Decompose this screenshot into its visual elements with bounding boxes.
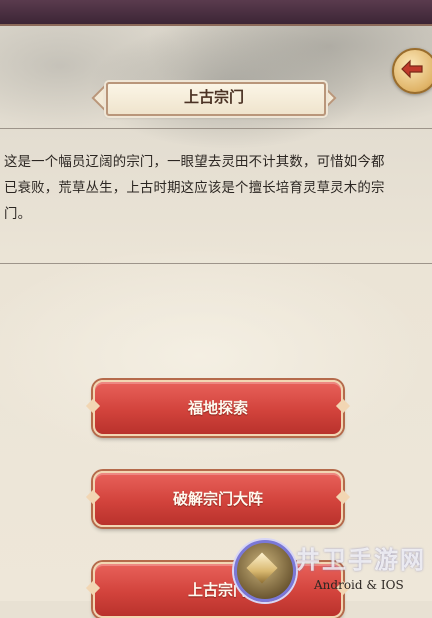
watermark-site-name: 井卫手游网 (296, 546, 426, 574)
back-arrow-icon (401, 59, 423, 79)
description-text: 这是一个幅员辽阔的宗门，一眼望去灵田不计其数，可惜如今都 已衰败，荒草丛生，上古… (4, 150, 432, 228)
break-sect-formation-button[interactable]: 破解宗门大阵 (85, 471, 351, 527)
back-button[interactable] (392, 48, 432, 94)
divider-bottom (0, 263, 432, 264)
explore-blessed-land-button[interactable]: 福地探索 (85, 380, 351, 436)
description-line: 这是一个幅员辽阔的宗门，一眼望去灵田不计其数，可惜如今都 (4, 155, 385, 170)
watermark-logo-icon (234, 540, 296, 602)
divider-top (0, 128, 432, 129)
watermark-gem (246, 552, 278, 584)
watermark-platform: Android & IOS (314, 578, 404, 592)
button-label: 福地探索 (187, 399, 248, 417)
page-title: 上古宗门 (183, 88, 244, 106)
description-line: 已衰败，荒草丛生，上古时期这应该是个擅长培育灵草灵木的宗 (4, 181, 385, 196)
top-status-bar (0, 0, 432, 26)
title-plaque: 上古宗门 (90, 80, 338, 116)
description-line: 门。 (4, 207, 32, 222)
button-label: 破解宗门大阵 (172, 490, 263, 508)
